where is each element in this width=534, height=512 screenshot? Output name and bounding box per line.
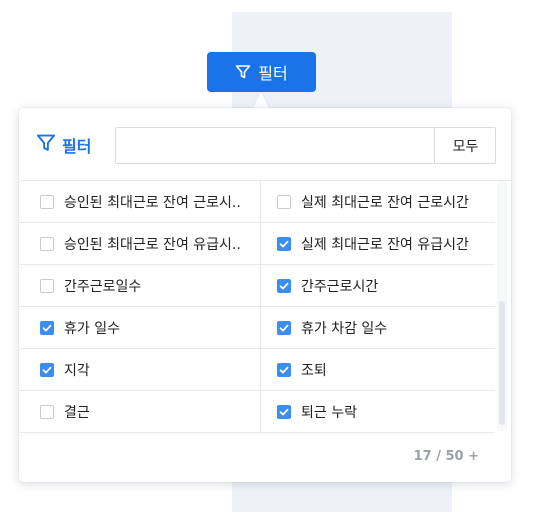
filter-row: 승인된 최대근로 잔여 근로시.. 실제 최대근로 잔여 근로시간 xyxy=(19,181,495,223)
filter-row: 휴가 일수 휴가 차감 일수 xyxy=(19,307,495,349)
filter-row: 승인된 최대근로 잔여 유급시.. 실제 최대근로 잔여 유급시간 xyxy=(19,223,495,265)
filter-option[interactable]: 조퇴 xyxy=(261,349,495,390)
stage: 필터 필터 모두 승인된 최대근로 잔여 근로시.. 실제 최대근로 잔여 근로시… xyxy=(0,0,534,512)
filter-option-label: 퇴근 누락 xyxy=(301,404,357,421)
filter-option-label: 조퇴 xyxy=(301,362,327,379)
filter-option[interactable]: 실제 최대근로 잔여 유급시간 xyxy=(261,223,495,264)
check-icon xyxy=(42,324,52,331)
filter-option-label: 간주근로일수 xyxy=(64,278,142,295)
filter-option-label: 결근 xyxy=(64,404,90,421)
filter-option[interactable]: 퇴근 누락 xyxy=(261,391,495,432)
check-icon xyxy=(279,408,289,415)
filter-option-label: 승인된 최대근로 잔여 유급시.. xyxy=(64,236,241,253)
filter-option[interactable]: 지각 xyxy=(19,349,261,390)
popover-title-text: 필터 xyxy=(62,137,92,156)
filter-row: 지각 조퇴 xyxy=(19,349,495,391)
filter-option[interactable]: 간주근로시간 xyxy=(261,265,495,306)
check-icon xyxy=(279,240,289,247)
checkbox[interactable] xyxy=(40,278,54,293)
check-icon xyxy=(279,366,289,373)
filter-option[interactable]: 간주근로일수 xyxy=(19,265,261,306)
search-box: 모두 xyxy=(115,127,496,164)
filter-toggle-button[interactable]: 필터 xyxy=(207,52,316,92)
check-icon xyxy=(279,324,289,331)
filter-icon xyxy=(36,133,56,157)
checkbox[interactable] xyxy=(277,362,291,377)
filter-option[interactable]: 결근 xyxy=(19,391,261,432)
checkbox[interactable] xyxy=(40,320,54,335)
filter-icon xyxy=(235,64,251,80)
filter-option-label: 간주근로시간 xyxy=(301,278,379,295)
filter-option[interactable]: 휴가 일수 xyxy=(19,307,261,348)
checkbox[interactable] xyxy=(40,194,54,209)
checkbox[interactable] xyxy=(277,404,291,419)
filter-row: 결근 퇴근 누락 xyxy=(19,391,495,433)
filter-popover: 필터 모두 승인된 최대근로 잔여 근로시.. 실제 최대근로 잔여 근로시간 승인… xyxy=(19,108,511,482)
checkbox[interactable] xyxy=(40,362,54,377)
checkbox[interactable] xyxy=(277,194,291,209)
search-input[interactable] xyxy=(116,128,434,163)
filter-option-label: 휴가 차감 일수 xyxy=(301,320,388,337)
checkbox[interactable] xyxy=(277,236,291,251)
filter-option-label: 실제 최대근로 잔여 유급시간 xyxy=(301,236,469,253)
filter-option-label: 승인된 최대근로 잔여 근로시.. xyxy=(64,194,241,211)
checkbox[interactable] xyxy=(40,236,54,251)
scrollbar-thumb[interactable] xyxy=(499,301,505,425)
check-icon xyxy=(279,282,289,289)
filter-row: 간주근로일수 간주근로시간 xyxy=(19,265,495,307)
checkbox[interactable] xyxy=(277,320,291,335)
filter-option-label: 지각 xyxy=(64,362,90,379)
popover-arrow xyxy=(253,92,269,108)
selection-count: 17 / 50 + xyxy=(413,449,479,464)
filter-option[interactable]: 휴가 차감 일수 xyxy=(261,307,495,348)
filter-option[interactable]: 실제 최대근로 잔여 근로시간 xyxy=(261,181,495,222)
filter-option-list: 승인된 최대근로 잔여 근로시.. 실제 최대근로 잔여 근로시간 승인된 최대근로… xyxy=(19,181,495,433)
filter-option-label: 실제 최대근로 잔여 근로시간 xyxy=(301,194,469,211)
popover-footer: 17 / 50 + xyxy=(19,432,511,482)
filter-option-label: 휴가 일수 xyxy=(64,320,120,337)
check-icon xyxy=(42,366,52,373)
checkbox[interactable] xyxy=(40,404,54,419)
filter-toggle-label: 필터 xyxy=(258,64,288,83)
checkbox[interactable] xyxy=(277,278,291,293)
popover-header: 필터 모두 xyxy=(19,108,511,181)
select-all-button[interactable]: 모두 xyxy=(434,128,496,163)
filter-option[interactable]: 승인된 최대근로 잔여 근로시.. xyxy=(19,181,261,222)
filter-option[interactable]: 승인된 최대근로 잔여 유급시.. xyxy=(19,223,261,264)
popover-title: 필터 xyxy=(36,133,91,157)
